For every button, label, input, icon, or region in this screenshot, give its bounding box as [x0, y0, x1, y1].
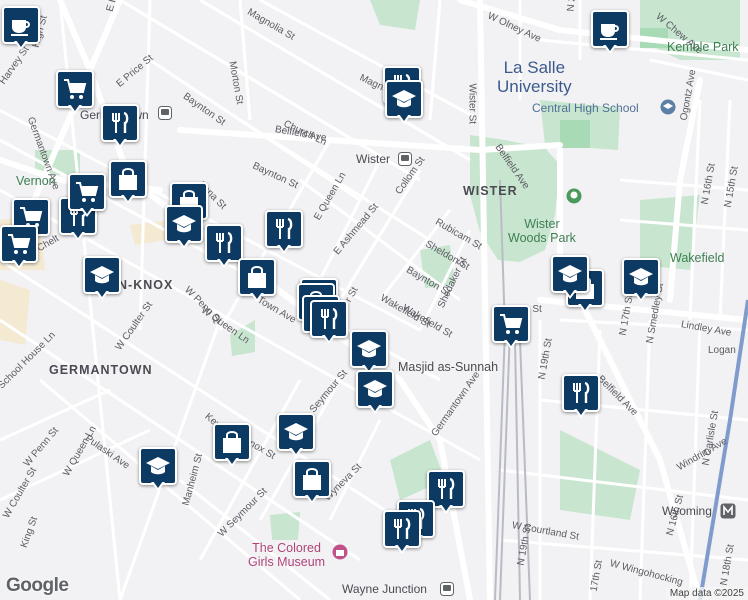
neighborhood-vernon: Vernon	[16, 174, 56, 188]
cafe-icon	[11, 20, 30, 36]
train-station-icon	[398, 152, 412, 166]
school-icon	[172, 215, 196, 233]
map-marker-school[interactable]	[165, 205, 203, 253]
map-marker-shopping-bag[interactable]	[293, 460, 331, 508]
restaurant-icon	[321, 307, 338, 329]
school-icon	[146, 457, 170, 475]
wakefield-label[interactable]: Wakefield	[670, 251, 724, 265]
neighborhood-germantown: GERMANTOWN	[49, 363, 153, 377]
map-marker-school[interactable]	[277, 413, 315, 461]
school-icon	[392, 90, 416, 108]
map-marker-shopping-cart[interactable]	[68, 173, 106, 221]
train-station-icon	[440, 582, 454, 596]
map-marker-shopping-bag[interactable]	[109, 160, 147, 208]
wister-woods-park-label[interactable]: Wister Woods Park	[508, 217, 576, 245]
restaurant-icon	[438, 477, 455, 499]
school-icon	[629, 268, 653, 286]
shopping-bag-icon	[303, 468, 321, 490]
shopping-bag-icon	[223, 431, 241, 453]
restaurant-icon	[394, 517, 411, 539]
street-label: Logan	[708, 345, 736, 356]
restaurant-icon	[573, 381, 590, 403]
map-marker-restaurant[interactable]	[265, 210, 303, 258]
map-data-attribution[interactable]: Map data ©2025	[665, 587, 748, 600]
colored-girls-museum-label[interactable]: The Colored Girls Museum	[248, 541, 325, 569]
school-icon	[90, 266, 114, 284]
school-icon	[357, 340, 381, 358]
map-marker-school[interactable]	[622, 258, 660, 306]
map-marker-school[interactable]	[139, 447, 177, 495]
map-marker-school[interactable]	[356, 370, 394, 418]
masjid-as-sunnah-label[interactable]: Masjid as-Sunnah	[398, 360, 498, 374]
google-logo[interactable]: Google	[6, 575, 69, 597]
shopping-cart-icon	[500, 314, 523, 334]
cafe-icon	[600, 24, 619, 40]
map-marker-restaurant[interactable]	[562, 374, 600, 422]
map-marker-school[interactable]	[551, 255, 589, 303]
kemble-park-label[interactable]: Kemble Park	[667, 40, 739, 54]
central-high-school-label[interactable]: Central High School	[532, 101, 639, 115]
map-marker-restaurant[interactable]	[310, 300, 348, 348]
school-icon	[363, 380, 387, 398]
map-marker-shopping-cart[interactable]	[492, 305, 530, 353]
la-salle-university-label[interactable]: La Salle University	[497, 58, 572, 96]
shopping-cart-icon	[64, 79, 87, 99]
map-marker-shopping-cart[interactable]	[0, 225, 38, 273]
train-station-icon	[158, 106, 172, 120]
neighborhood-penn-knox: N-KNOX	[118, 278, 174, 292]
wister-station-label[interactable]: Wister	[356, 152, 390, 166]
restaurant-icon	[276, 217, 293, 239]
map-marker-school[interactable]	[83, 256, 121, 304]
shopping-cart-icon	[8, 234, 31, 254]
school-icon	[284, 423, 308, 441]
museum-poi-icon	[332, 544, 348, 560]
map-marker-restaurant[interactable]	[101, 104, 139, 152]
restaurant-icon	[112, 111, 129, 133]
shopping-bag-icon	[119, 168, 137, 190]
school-icon	[558, 265, 582, 283]
shopping-cart-icon	[76, 182, 99, 202]
school-poi-icon	[660, 99, 676, 115]
map-marker-cafe[interactable]	[2, 6, 40, 54]
street-label: Wister St	[466, 83, 478, 125]
map-marker-cafe[interactable]	[591, 10, 629, 58]
restaurant-icon	[216, 231, 233, 253]
neighborhood-wister: WISTER	[463, 184, 518, 198]
map-marker-shopping-bag[interactable]	[238, 258, 276, 306]
shopping-bag-icon	[248, 266, 266, 288]
map-marker-school[interactable]	[385, 80, 423, 128]
subway-station-icon	[720, 503, 736, 519]
wayne-junction-label[interactable]: Wayne Junction	[342, 582, 427, 596]
park-poi-icon	[566, 188, 582, 204]
wyoming-station-label[interactable]: Wyoming	[662, 504, 712, 518]
map-canvas[interactable]: High StE High StMagnolia StMorton StHarv…	[0, 0, 748, 600]
map-marker-restaurant[interactable]	[383, 510, 421, 558]
map-marker-shopping-cart[interactable]	[56, 70, 94, 118]
map-marker-shopping-bag[interactable]	[213, 423, 251, 471]
